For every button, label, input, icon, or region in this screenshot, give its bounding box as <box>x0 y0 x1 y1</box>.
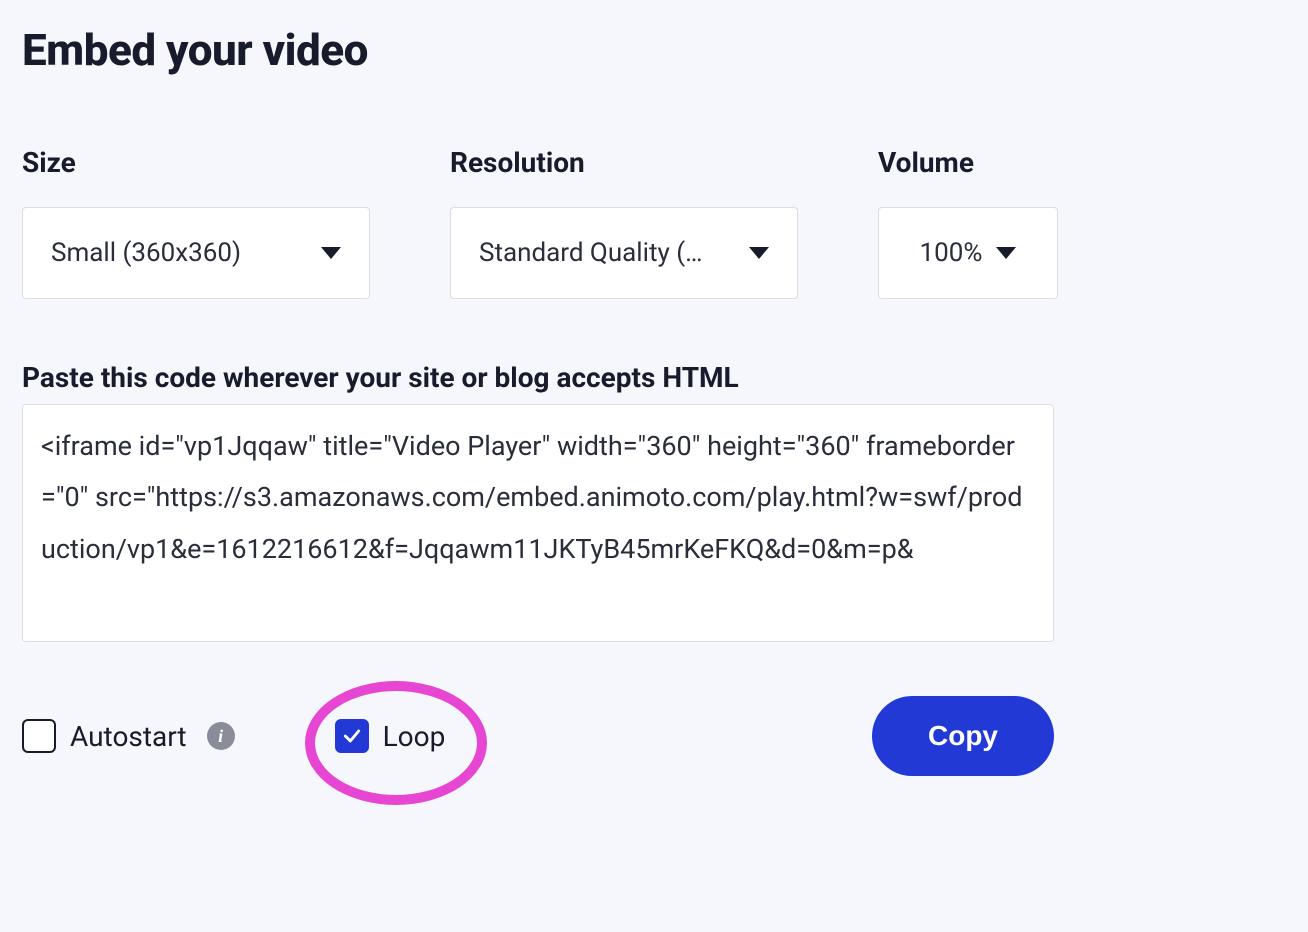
resolution-select[interactable]: Standard Quality (… <box>450 207 798 299</box>
size-value: Small (360x360) <box>51 238 241 268</box>
copy-button[interactable]: Copy <box>872 696 1054 776</box>
loop-checkbox[interactable] <box>335 719 369 753</box>
resolution-label: Resolution <box>450 146 798 179</box>
size-group: Size Small (360x360) <box>22 146 370 299</box>
info-icon[interactable]: i <box>207 722 235 750</box>
volume-select[interactable]: 100% <box>878 207 1058 299</box>
resolution-group: Resolution Standard Quality (… <box>450 146 798 299</box>
loop-label: Loop <box>383 720 446 753</box>
autostart-checkbox[interactable] <box>22 719 56 753</box>
caret-down-icon <box>321 247 341 259</box>
bottom-row: Autostart i Loop Copy <box>22 696 1054 776</box>
caret-down-icon <box>996 247 1016 259</box>
size-select[interactable]: Small (360x360) <box>22 207 370 299</box>
volume-label: Volume <box>878 146 1058 179</box>
autostart-option: Autostart i <box>22 719 235 753</box>
paste-instruction: Paste this code wherever your site or bl… <box>22 361 1286 394</box>
autostart-label: Autostart <box>70 720 187 753</box>
resolution-value: Standard Quality (… <box>479 238 703 268</box>
controls-row: Size Small (360x360) Resolution Standard… <box>22 146 1286 299</box>
size-label: Size <box>22 146 370 179</box>
caret-down-icon <box>749 247 769 259</box>
volume-value: 100% <box>920 238 983 268</box>
loop-option: Loop <box>335 719 446 753</box>
volume-group: Volume 100% <box>878 146 1058 299</box>
page-title: Embed your video <box>22 24 1286 76</box>
embed-code-box[interactable]: <iframe id="vp1Jqqaw" title="Video Playe… <box>22 404 1054 642</box>
